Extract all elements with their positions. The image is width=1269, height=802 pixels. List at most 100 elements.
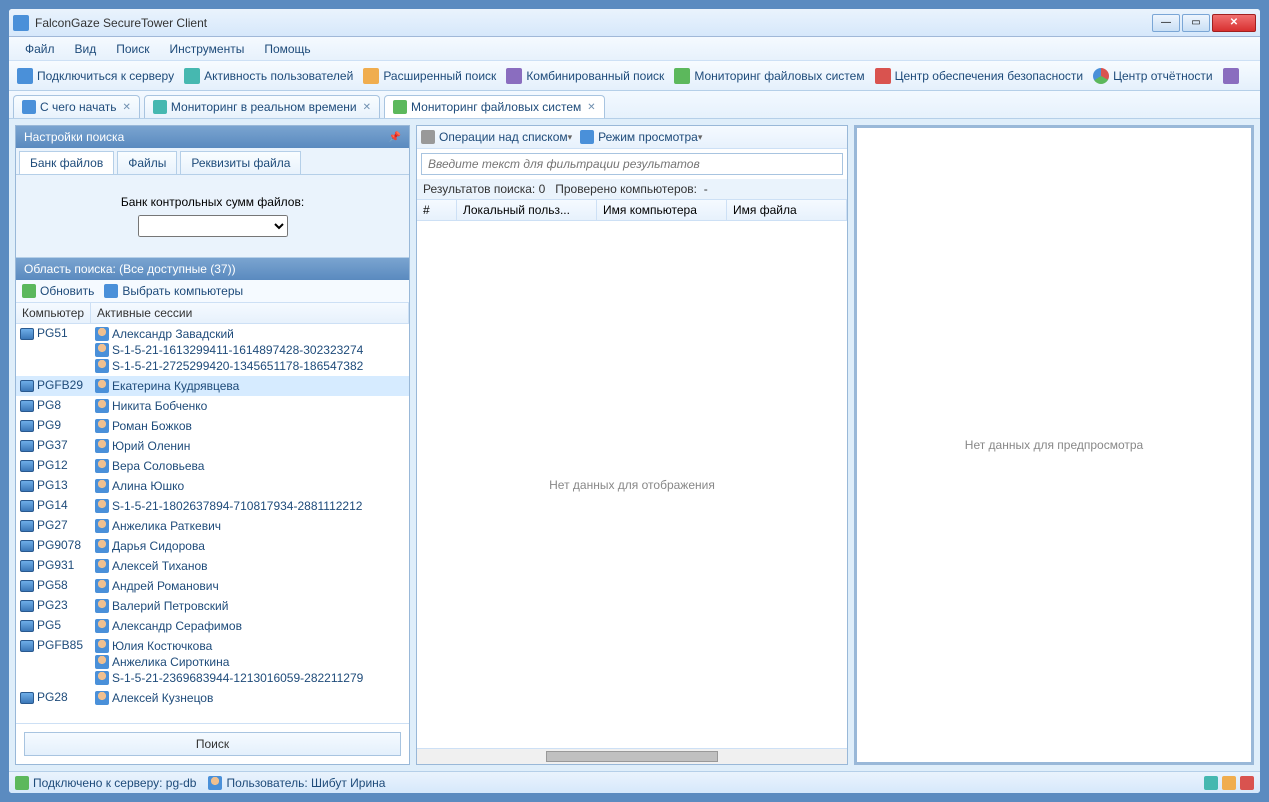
computer-row[interactable]: PG28Алексей Кузнецов [16, 688, 409, 708]
tab-icon [393, 100, 407, 114]
computer-icon [20, 520, 34, 532]
toolbar-центр-обеспечения-безопасности[interactable]: Центр обеспечения безопасности [871, 66, 1088, 86]
view-mode-dropdown[interactable]: Режим просмотра [580, 130, 702, 144]
col-sessions[interactable]: Активные сессии [91, 303, 409, 323]
scrollbar-thumb[interactable] [546, 751, 718, 762]
refresh-button[interactable]: Обновить [22, 284, 94, 298]
preview-panel: Нет данных для предпросмотра [854, 125, 1254, 765]
tab-мониторинг-файловых-систем[interactable]: Мониторинг файловых систем✕ [384, 95, 605, 118]
tab-мониторинг-в-реальном-времени[interactable]: Мониторинг в реальном времени✕ [144, 95, 380, 118]
session-line[interactable]: Юрий Оленин [95, 438, 405, 454]
toolbar-icon [363, 68, 379, 84]
subtab-реквизиты-файла[interactable]: Реквизиты файла [180, 151, 301, 174]
toolbar-more[interactable] [1219, 66, 1247, 86]
tab-icon [153, 100, 167, 114]
results-toolbar: Операции над списком Режим просмотра [417, 126, 847, 149]
search-button[interactable]: Поиск [24, 732, 401, 756]
results-col-3[interactable]: Имя файла [727, 200, 847, 220]
session-line[interactable]: Алексей Тиханов [95, 558, 405, 574]
search-footer: Поиск [16, 723, 409, 764]
computer-row[interactable]: PG23Валерий Петровский [16, 596, 409, 616]
subtab-файлы[interactable]: Файлы [117, 151, 177, 174]
computer-row[interactable]: PG51Александр ЗавадскийS-1-5-21-16132994… [16, 324, 409, 376]
maximize-button[interactable]: ▭ [1182, 14, 1210, 32]
status-icon-1[interactable] [1204, 776, 1218, 790]
filter-input[interactable] [421, 153, 843, 175]
toolbar-активность-пользователей[interactable]: Активность пользователей [180, 66, 357, 86]
tab-close-icon[interactable]: ✕ [587, 102, 595, 113]
search-settings-tabs: Банк файловФайлыРеквизиты файла [16, 148, 409, 175]
session-line[interactable]: Дарья Сидорова [95, 538, 405, 554]
computer-row[interactable]: PG37Юрий Оленин [16, 436, 409, 456]
session-line[interactable]: Александр Завадский [95, 326, 405, 342]
user-icon [95, 327, 109, 341]
session-line[interactable]: Екатерина Кудрявцева [95, 378, 405, 394]
session-line[interactable]: Алина Юшко [95, 478, 405, 494]
menu-помощь[interactable]: Помощь [254, 40, 320, 58]
menu-поиск[interactable]: Поиск [106, 40, 159, 58]
col-computer[interactable]: Компьютер [16, 303, 91, 323]
status-icon-2[interactable] [1222, 776, 1236, 790]
computer-row[interactable]: PG14S-1-5-21-1802637894-710817934-288111… [16, 496, 409, 516]
session-line[interactable]: Никита Бобченко [95, 398, 405, 414]
computer-row[interactable]: PG13Алина Юшко [16, 476, 409, 496]
results-col-2[interactable]: Имя компьютера [597, 200, 727, 220]
session-line[interactable]: Анжелика Раткевич [95, 518, 405, 534]
session-line[interactable]: Валерий Петровский [95, 598, 405, 614]
preview-empty-message: Нет данных для предпросмотра [965, 438, 1143, 452]
session-line[interactable]: S-1-5-21-1613299411-1614897428-302323274 [95, 342, 405, 358]
computer-row[interactable]: PG8Никита Бобченко [16, 396, 409, 416]
toolbar-центр-отчётности[interactable]: Центр отчётности [1089, 66, 1217, 86]
session-line[interactable]: Вера Соловьева [95, 458, 405, 474]
computer-row[interactable]: PG12Вера Соловьева [16, 456, 409, 476]
session-line[interactable]: Александр Серафимов [95, 618, 405, 634]
results-col-1[interactable]: Локальный польз... [457, 200, 597, 220]
session-line[interactable]: Роман Божков [95, 418, 405, 434]
close-button[interactable]: ✕ [1212, 14, 1256, 32]
session-line[interactable]: Андрей Романович [95, 578, 405, 594]
computer-row[interactable]: PGFB29Екатерина Кудрявцева [16, 376, 409, 396]
user-icon [95, 479, 109, 493]
computer-row[interactable]: PG27Анжелика Раткевич [16, 516, 409, 536]
session-line[interactable]: Юлия Костючкова [95, 638, 405, 654]
computer-row[interactable]: PGFB85Юлия КостючковаАнжелика СироткинаS… [16, 636, 409, 688]
computer-row[interactable]: PG5Александр Серафимов [16, 616, 409, 636]
user-icon [95, 599, 109, 613]
computer-icon [20, 440, 34, 452]
toolbar-подключиться-к-серверу[interactable]: Подключиться к серверу [13, 66, 178, 86]
pin-icon[interactable]: 📌 [389, 132, 401, 143]
toolbar-расширенный-поиск[interactable]: Расширенный поиск [359, 66, 500, 86]
list-operations-dropdown[interactable]: Операции над списком [421, 130, 572, 144]
bank-select[interactable] [138, 215, 288, 237]
computer-row[interactable]: PG58Андрей Романович [16, 576, 409, 596]
tab-close-icon[interactable]: ✕ [363, 102, 371, 113]
computer-icon [20, 328, 34, 340]
view-mode-icon [580, 130, 594, 144]
menu-вид[interactable]: Вид [65, 40, 107, 58]
tab-close-icon[interactable]: ✕ [123, 102, 131, 113]
session-line[interactable]: Анжелика Сироткина [95, 654, 405, 670]
user-icon [95, 499, 109, 513]
computer-icon [20, 560, 34, 572]
user-icon [95, 619, 109, 633]
horizontal-scrollbar[interactable] [417, 748, 847, 764]
computer-row[interactable]: PG9078Дарья Сидорова [16, 536, 409, 556]
toolbar-мониторинг-файловых-систем[interactable]: Мониторинг файловых систем [670, 66, 868, 86]
menu-файл[interactable]: Файл [15, 40, 65, 58]
user-icon [95, 459, 109, 473]
session-line[interactable]: S-1-5-21-1802637894-710817934-2881112212 [95, 498, 405, 514]
computer-row[interactable]: PG931Алексей Тиханов [16, 556, 409, 576]
session-line[interactable]: Алексей Кузнецов [95, 690, 405, 706]
toolbar-комбинированный-поиск[interactable]: Комбинированный поиск [502, 66, 668, 86]
minimize-button[interactable]: — [1152, 14, 1180, 32]
select-computers-button[interactable]: Выбрать компьютеры [104, 284, 243, 298]
status-icon-3[interactable] [1240, 776, 1254, 790]
results-col-0[interactable]: # [417, 200, 457, 220]
subtab-банк-файлов[interactable]: Банк файлов [19, 151, 114, 174]
menu-инструменты[interactable]: Инструменты [160, 40, 255, 58]
computer-row[interactable]: PG9Роман Божков [16, 416, 409, 436]
computer-grid-body[interactable]: PG51Александр ЗавадскийS-1-5-21-16132994… [16, 324, 409, 723]
session-line[interactable]: S-1-5-21-2725299420-1345651178-186547382 [95, 358, 405, 374]
tab-с-чего-начать[interactable]: С чего начать✕ [13, 95, 140, 118]
session-line[interactable]: S-1-5-21-2369683944-1213016059-282211279 [95, 670, 405, 686]
